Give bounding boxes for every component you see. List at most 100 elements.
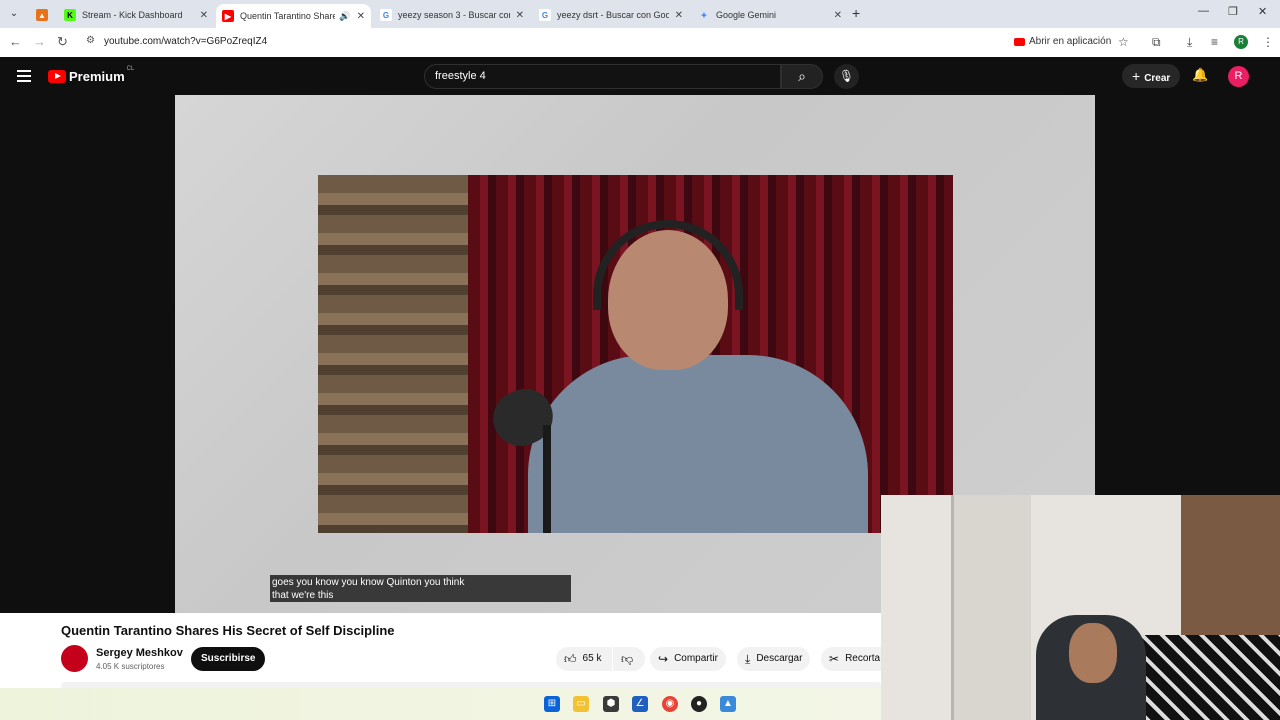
country-code: CL: [126, 65, 135, 72]
webcam-curtain: [1181, 495, 1280, 635]
forward-arrow-icon[interactable]: →: [33, 34, 46, 49]
close-tab-icon[interactable]: ✕: [516, 10, 524, 21]
subtitle-caption: goes you know you know Quinton you think…: [270, 575, 571, 602]
download-icon[interactable]: ⤓: [1187, 35, 1192, 50]
thumbs-down-icon: 👎︎: [621, 652, 634, 666]
video-frame: [318, 175, 953, 533]
channel-name[interactable]: Sergey Meshkov: [96, 647, 183, 659]
webcam-face: [1069, 623, 1117, 683]
extensions-icon[interactable]: ⧉: [1152, 35, 1161, 50]
address-bar[interactable]: youtube.com/watch?v=G6PoZreqIZ4: [104, 36, 267, 47]
open-in-app-button[interactable]: Abrir en aplicación: [1014, 36, 1111, 47]
youtube-icon: ▶: [222, 10, 234, 22]
microphone-icon: 🎙: [838, 69, 855, 83]
tab-title: Stream - Kick Dashboard: [82, 10, 183, 20]
hamburger-menu-icon[interactable]: [17, 70, 31, 82]
media-control-icon[interactable]: ≡: [1211, 35, 1218, 49]
subtitle-line-1: goes you know you know Quinton you think: [272, 577, 465, 588]
tab-kick-dashboard[interactable]: K Stream - Kick Dashboard ✕: [58, 4, 214, 26]
video-info-panel: Quentin Tarantino Shares His Secret of S…: [0, 613, 881, 688]
file-explorer-icon[interactable]: ▭: [573, 696, 589, 712]
restore-icon[interactable]: ❐: [1228, 5, 1238, 18]
wood-wall: [318, 175, 468, 533]
speaker-body: [528, 355, 868, 533]
plus-icon: +: [1132, 68, 1141, 84]
share-label: Compartir: [674, 653, 718, 664]
close-tab-icon[interactable]: ✕: [357, 11, 365, 22]
tab-title: Quentin Tarantino Shares H: [240, 11, 336, 21]
tab-title: yeezy season 3 - Buscar con Go: [398, 10, 510, 20]
search-input[interactable]: freestyle 4: [424, 64, 781, 89]
clip-label: Recorta: [845, 653, 881, 664]
subscribe-button[interactable]: Suscribirse: [191, 647, 266, 671]
browser-toolbar: ← → ↻ ⚙ youtube.com/watch?v=G6PoZreqIZ4 …: [0, 28, 1280, 57]
tab-youtube-active[interactable]: ▶ Quentin Tarantino Shares H 🔊 ✕: [216, 4, 371, 28]
close-tab-icon[interactable]: ✕: [200, 10, 208, 21]
close-tab-icon[interactable]: ✕: [675, 10, 683, 21]
windows-start-icon[interactable]: ⊞: [544, 696, 560, 712]
thumbs-up-icon: 👍︎: [564, 652, 577, 666]
tab-google-gemini[interactable]: ✦ Google Gemini ✕: [692, 4, 848, 26]
chrome-icon[interactable]: ◉: [662, 696, 678, 712]
youtube-header: Premium CL freestyle 4 ⌕ 🎙 + Crear 🔔 R: [0, 57, 1280, 95]
tab-strip: ⌄ ▲ K Stream - Kick Dashboard ✕ ▶ Quenti…: [0, 0, 1280, 28]
webcam-door: [951, 495, 1031, 720]
share-arrow-icon: ↪: [658, 652, 669, 666]
like-button[interactable]: 👍︎ 65 k: [556, 647, 612, 671]
close-tab-icon[interactable]: ✕: [834, 10, 842, 21]
video-title: Quentin Tarantino Shares His Secret of S…: [61, 623, 395, 638]
clip-button[interactable]: ✂ Recorta: [821, 647, 881, 671]
open-in-app-label: Abrir en aplicación: [1029, 36, 1112, 47]
create-button[interactable]: + Crear: [1122, 64, 1181, 88]
download-label: Descargar: [756, 653, 803, 664]
download-button[interactable]: ⤓ Descargar: [737, 647, 811, 671]
reload-icon[interactable]: ↻: [57, 34, 68, 50]
youtube-app-icon: [1014, 37, 1025, 46]
account-avatar[interactable]: R: [1228, 66, 1249, 87]
browser-menu-icon[interactable]: ⋮: [1262, 35, 1274, 49]
channel-avatar[interactable]: [61, 645, 88, 672]
kick-icon: K: [64, 9, 76, 21]
new-tab-plus-icon[interactable]: +: [852, 5, 860, 21]
webcam-bed: [1131, 635, 1280, 720]
google-icon: G: [539, 9, 551, 21]
subscriber-count: 4.05 K suscriptores: [96, 662, 165, 671]
tab-triangle[interactable]: ▲: [30, 4, 56, 26]
like-count: 65 k: [582, 653, 602, 664]
voice-search-button[interactable]: 🎙: [834, 64, 859, 89]
gemini-icon: ✦: [700, 10, 708, 20]
brand-label: Premium: [69, 69, 125, 84]
google-icon: G: [380, 9, 392, 21]
site-info-icon[interactable]: ⚙: [86, 35, 95, 46]
scissors-icon: ✂: [829, 652, 840, 666]
dislike-button[interactable]: 👎︎: [613, 647, 645, 671]
windows-taskbar: ⊞ ▭ ⬢ ∠ ◉ ● ▲: [0, 688, 881, 720]
app-hexagon-icon[interactable]: ⬢: [603, 696, 619, 712]
photos-app-icon[interactable]: ▲: [720, 696, 736, 712]
browser-profile-avatar[interactable]: R: [1234, 35, 1248, 49]
subtitle-line-2: that we're this: [272, 590, 334, 601]
search-icon: ⌕: [798, 68, 806, 84]
speaker-icon[interactable]: 🔊: [339, 11, 350, 22]
tab-search-chevron-icon[interactable]: ⌄: [6, 6, 22, 22]
create-label: Crear: [1144, 73, 1171, 84]
editor-app-icon[interactable]: ∠: [632, 696, 648, 712]
tab-title: Google Gemini: [716, 10, 777, 20]
search-button[interactable]: ⌕: [781, 64, 823, 89]
obs-icon[interactable]: ●: [691, 696, 707, 712]
download-arrow-icon: ⤓: [745, 652, 751, 666]
share-button[interactable]: ↪ Compartir: [650, 647, 726, 671]
window-close-icon[interactable]: ✕: [1258, 5, 1267, 18]
youtube-play-icon: [48, 70, 66, 83]
tab-yeezy-season-3[interactable]: G yeezy season 3 - Buscar con Go ✕: [374, 4, 530, 26]
back-arrow-icon[interactable]: ←: [9, 34, 22, 49]
tab-yeezy-dsrt[interactable]: G yeezy dsrt - Buscar con Google ✕: [533, 4, 689, 26]
minimize-icon[interactable]: —: [1198, 5, 1209, 17]
notifications-bell-icon[interactable]: 🔔: [1192, 67, 1208, 83]
triangle-icon: ▲: [36, 9, 48, 21]
microphone-stand: [543, 425, 551, 533]
webcam-overlay: [881, 495, 1280, 720]
bookmark-star-icon[interactable]: ☆: [1118, 35, 1129, 49]
youtube-premium-logo[interactable]: Premium CL: [48, 65, 135, 84]
tab-title: yeezy dsrt - Buscar con Google: [557, 10, 669, 20]
